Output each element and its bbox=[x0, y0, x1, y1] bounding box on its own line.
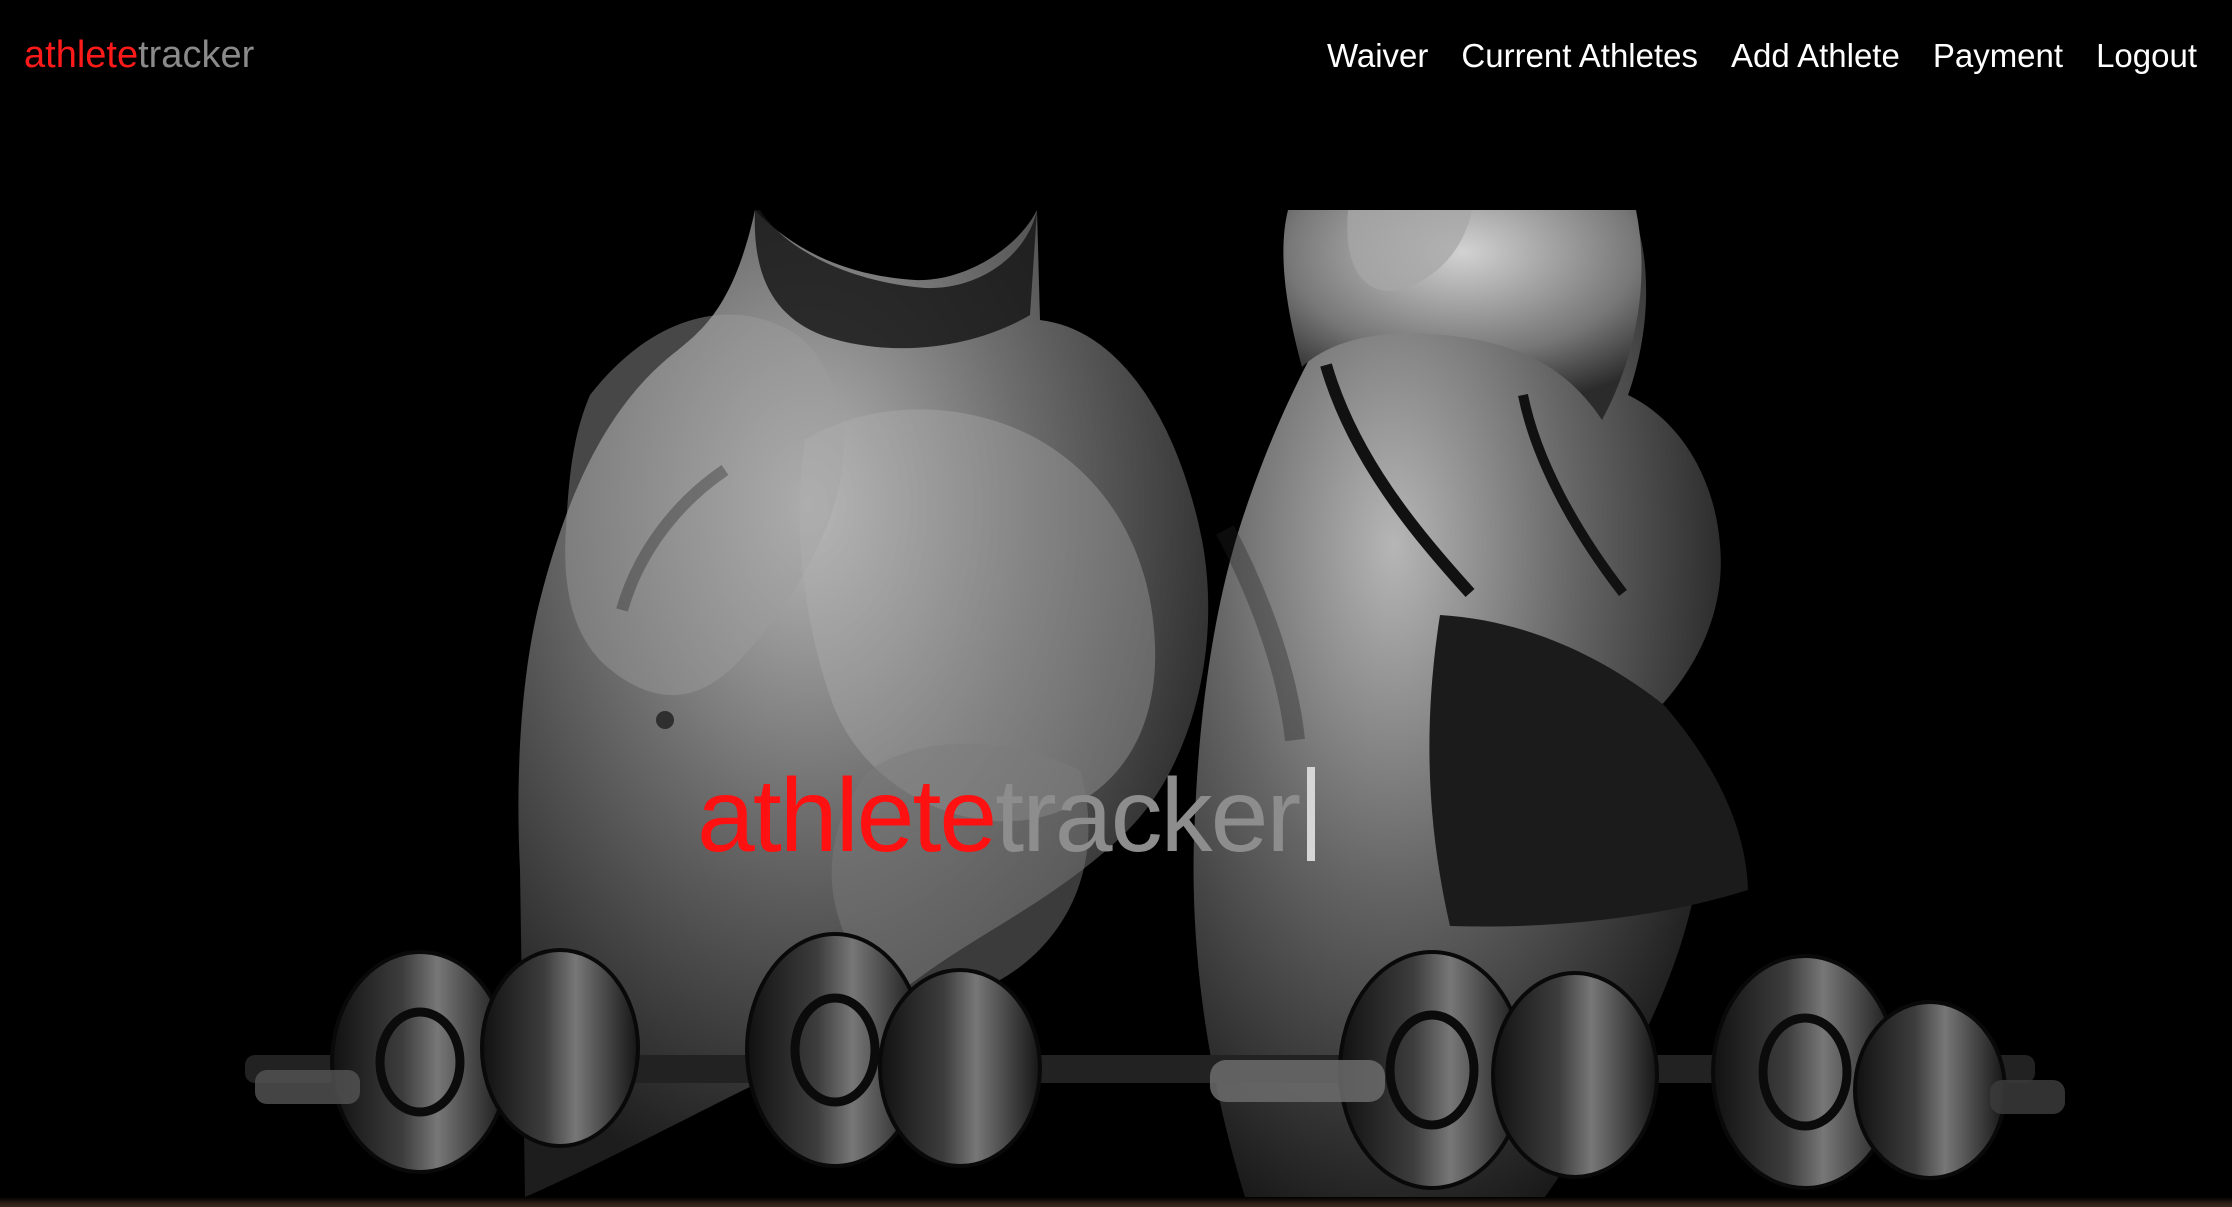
top-navbar: athletetracker Waiver Current Athletes A… bbox=[0, 0, 2232, 110]
brand-name-athlete: athlete bbox=[24, 34, 139, 76]
nav-link-payment[interactable]: Payment bbox=[1933, 39, 2063, 72]
hero-title: athletetracker bbox=[697, 764, 1316, 868]
nav-link-logout[interactable]: Logout bbox=[2096, 39, 2197, 72]
hero-title-tracker: tracker bbox=[995, 758, 1301, 874]
bottom-edge-strip bbox=[0, 1197, 2232, 1207]
typing-cursor bbox=[1307, 767, 1316, 861]
nav-link-add-athlete[interactable]: Add Athlete bbox=[1731, 39, 1900, 72]
brand-name-tracker: tracker bbox=[138, 34, 255, 76]
nav-link-waiver[interactable]: Waiver bbox=[1327, 39, 1428, 72]
hero-banner: athletetracker bbox=[0, 210, 2232, 1197]
main-navigation: Waiver Current Athletes Add Athlete Paym… bbox=[1327, 39, 2197, 72]
nav-link-current-athletes[interactable]: Current Athletes bbox=[1461, 39, 1698, 72]
brand-logo-link[interactable]: athletetracker bbox=[24, 36, 254, 74]
app-page: athletetracker Waiver Current Athletes A… bbox=[0, 0, 2232, 1207]
athletes-photo bbox=[0, 210, 2232, 1197]
hero-title-athlete: athlete bbox=[697, 758, 997, 874]
